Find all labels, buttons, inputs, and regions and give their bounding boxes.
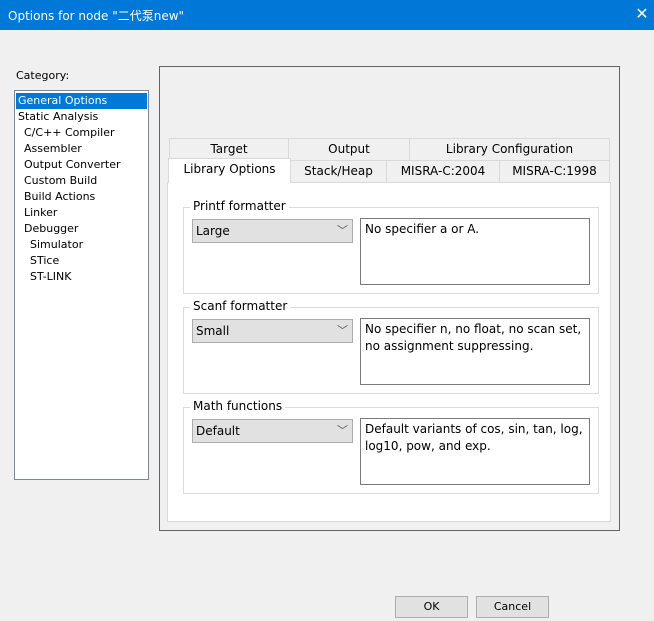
scanf-formatter-group: Scanf formatter Small ﹀ No specifier n, n…	[183, 299, 599, 394]
group-title: Printf formatter	[190, 199, 289, 213]
category-label: Category:	[16, 69, 70, 82]
close-icon[interactable]: ✕	[632, 4, 652, 24]
cancel-button[interactable]: Cancel	[476, 596, 549, 618]
chevron-down-icon: ﹀	[337, 424, 348, 437]
tab-misra-c-1998[interactable]: MISRA-C:1998	[499, 160, 610, 182]
window-title: Options for node "二代泵new"	[8, 9, 185, 23]
chevron-down-icon: ﹀	[337, 224, 348, 237]
math-functions-select[interactable]: Default ﹀	[192, 419, 353, 443]
selected-value: Default	[196, 424, 240, 438]
selected-value: Large	[196, 224, 230, 238]
category-item-assembler[interactable]: Assembler	[16, 141, 147, 157]
category-item-build-actions[interactable]: Build Actions	[16, 189, 147, 205]
category-item-compiler[interactable]: C/C++ Compiler	[16, 125, 147, 141]
tab-output[interactable]: Output	[288, 138, 410, 160]
printf-formatter-group: Printf formatter Large ﹀ No specifier a o…	[183, 199, 599, 294]
math-description: Default variants of cos, sin, tan, log, …	[360, 418, 590, 485]
tab-target[interactable]: Target	[169, 138, 289, 160]
group-title: Scanf formatter	[190, 299, 291, 313]
category-list[interactable]: General Options Static Analysis C/C++ Co…	[14, 90, 149, 480]
category-item-output-converter[interactable]: Output Converter	[16, 157, 147, 173]
chevron-down-icon: ﹀	[337, 324, 348, 337]
tab-library-options[interactable]: Library Options	[168, 158, 291, 183]
category-item-debugger[interactable]: Debugger	[16, 221, 147, 237]
scanf-description: No specifier n, no float, no scan set, n…	[360, 318, 590, 385]
math-functions-group: Math functions Default ﹀ Default variants…	[183, 399, 599, 494]
group-title: Math functions	[190, 399, 286, 413]
library-options-page: Printf formatter Large ﹀ No specifier a o…	[167, 182, 611, 522]
category-item-linker[interactable]: Linker	[16, 205, 147, 221]
category-item-static-analysis[interactable]: Static Analysis	[16, 109, 147, 125]
scanf-formatter-select[interactable]: Small ﹀	[192, 319, 353, 343]
tab-stack-heap[interactable]: Stack/Heap	[290, 160, 387, 182]
selected-value: Small	[196, 324, 230, 338]
category-item-st-link[interactable]: ST-LINK	[16, 269, 147, 285]
title-bar: Options for node "二代泵new" ✕	[0, 0, 654, 30]
category-item-simulator[interactable]: Simulator	[16, 237, 147, 253]
printf-description: No specifier a or A.	[360, 218, 590, 285]
category-item-stice[interactable]: STice	[16, 253, 147, 269]
tab-library-configuration[interactable]: Library Configuration	[409, 138, 610, 160]
ok-button[interactable]: OK	[395, 596, 468, 618]
printf-formatter-select[interactable]: Large ﹀	[192, 219, 353, 243]
category-item-general-options[interactable]: General Options	[16, 93, 147, 109]
tab-misra-c-2004[interactable]: MISRA-C:2004	[386, 160, 500, 182]
category-item-custom-build[interactable]: Custom Build	[16, 173, 147, 189]
